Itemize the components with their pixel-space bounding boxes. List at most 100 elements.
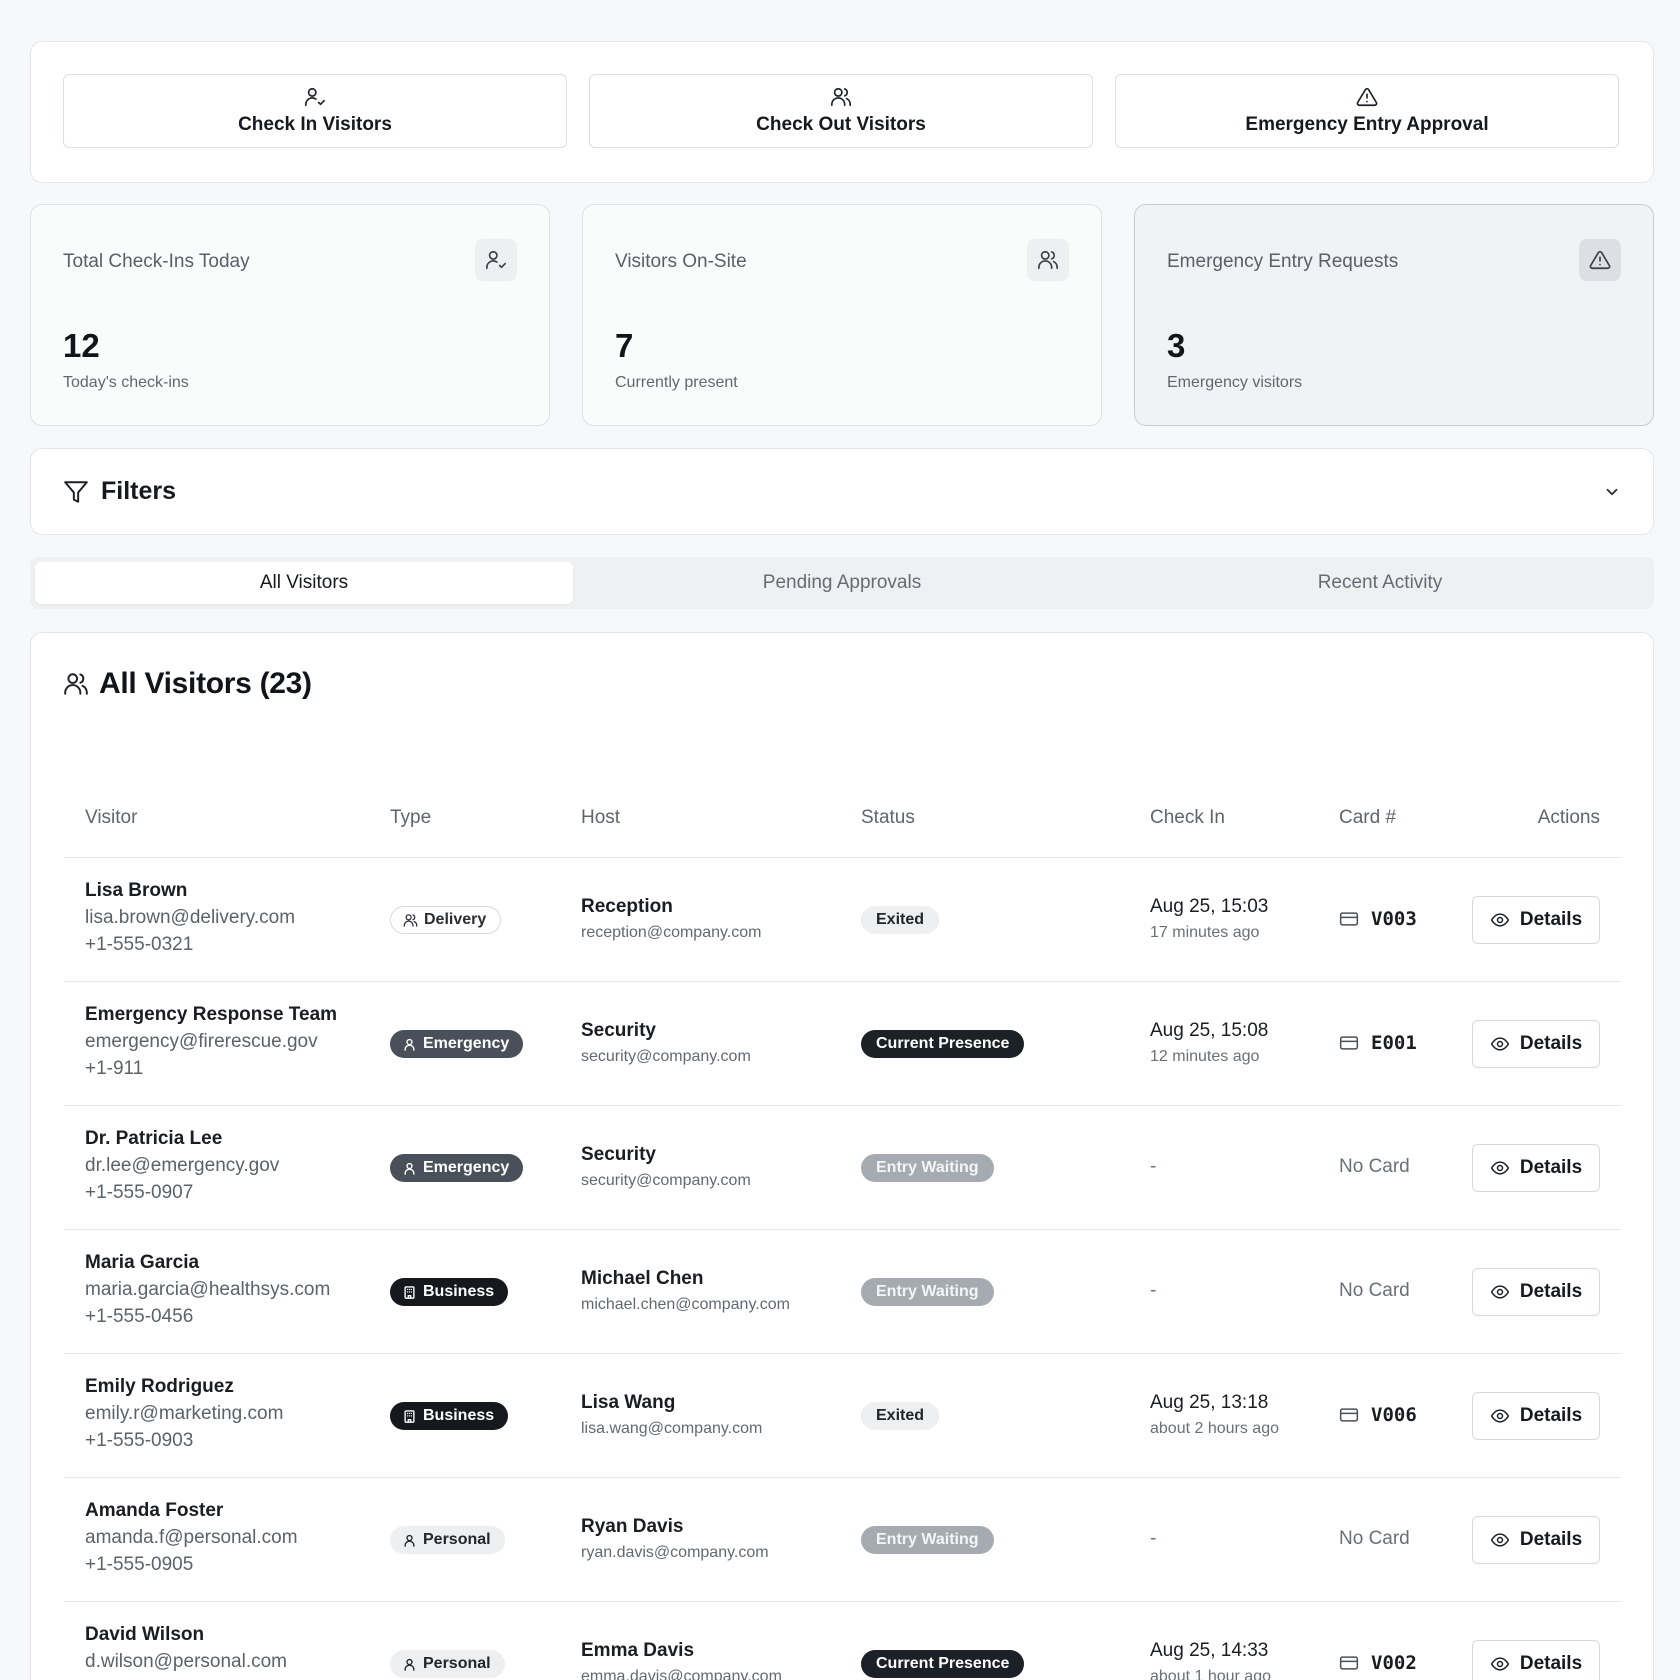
visitors-panel: All Visitors (23) Visitor Type Host Stat…	[30, 632, 1654, 1680]
visitor-email: d.wilson@personal.com	[85, 1651, 287, 1672]
eye-icon	[1490, 1406, 1510, 1426]
visitor-tabs: All Visitors Pending Approvals Recent Ac…	[30, 557, 1654, 609]
chevron-down-icon[interactable]	[1603, 483, 1621, 501]
filters-label: Filters	[101, 477, 177, 505]
check-in-time: Aug 25, 15:08	[1150, 1020, 1269, 1041]
status-badge: Entry Waiting	[861, 1154, 994, 1182]
quick-actions-panel: Check In Visitors Check Out Visitors Eme…	[30, 41, 1654, 183]
card-number: E001	[1339, 1032, 1417, 1054]
table-row: David Wilson d.wilson@personal.com +1-55…	[64, 1602, 1621, 1680]
users-icon	[830, 86, 852, 108]
table-row: Emily Rodriguez emily.r@marketing.com +1…	[64, 1354, 1621, 1478]
column-header-visitor: Visitor	[85, 807, 138, 828]
no-card-label: No Card	[1339, 1528, 1410, 1549]
stat-subtitle: Currently present	[615, 374, 738, 391]
filter-icon	[63, 479, 89, 505]
credit-card-icon	[1339, 1033, 1359, 1053]
details-button[interactable]: Details	[1472, 1020, 1600, 1068]
details-button[interactable]: Details	[1472, 896, 1600, 944]
visitor-name: Emily Rodriguez	[85, 1376, 234, 1397]
stat-card-emergency-entry-requests[interactable]: Emergency Entry Requests 3 Emergency vis…	[1134, 204, 1654, 426]
stat-card-visitors-on-site: Visitors On-Site 7 Currently present	[582, 204, 1102, 426]
details-button[interactable]: Details	[1472, 1268, 1600, 1316]
details-label: Details	[1519, 1281, 1583, 1302]
users-icon	[403, 913, 418, 928]
visitor-email: amanda.f@personal.com	[85, 1527, 298, 1548]
alert-triangle-icon	[1579, 239, 1621, 281]
host-name: Security	[581, 1020, 656, 1041]
visitor-phone: +1-555-0456	[85, 1306, 194, 1327]
status-badge: Current Presence	[861, 1030, 1025, 1058]
column-header-card: Card #	[1339, 807, 1397, 828]
alert-triangle-icon	[1356, 86, 1378, 108]
visitor-phone: +1-555-0321	[85, 934, 194, 955]
no-card-label: No Card	[1339, 1156, 1410, 1177]
details-button[interactable]: Details	[1472, 1516, 1600, 1564]
building-icon	[402, 1409, 417, 1424]
host-email: security@company.com	[581, 1048, 751, 1065]
check-in-time: Aug 25, 13:18	[1150, 1392, 1269, 1413]
visitor-email: emergency@firerescue.gov	[85, 1031, 318, 1052]
column-header-actions: Actions	[1537, 807, 1600, 828]
filters-toggle[interactable]: Filters	[30, 448, 1654, 535]
credit-card-icon	[1339, 909, 1359, 929]
card-number-text: V002	[1371, 1652, 1417, 1674]
user-check-icon	[475, 239, 517, 281]
details-label: Details	[1519, 909, 1583, 930]
host-email: emma.davis@company.com	[581, 1668, 782, 1680]
visitor-name: Lisa Brown	[85, 880, 188, 901]
check-out-visitors-button[interactable]: Check Out Visitors	[589, 74, 1093, 148]
card-number: V003	[1339, 908, 1417, 930]
status-badge: Entry Waiting	[861, 1526, 994, 1554]
check-in-empty: -	[1150, 1528, 1157, 1549]
host-email: reception@company.com	[581, 924, 762, 941]
stat-card-total-check-ins: Total Check-Ins Today 12 Today's check-i…	[30, 204, 550, 426]
check-out-visitors-label: Check Out Visitors	[756, 114, 926, 135]
user-icon	[402, 1657, 417, 1672]
details-label: Details	[1519, 1529, 1583, 1550]
tab-pending-approvals[interactable]: Pending Approvals	[573, 562, 1111, 604]
host-name: Reception	[581, 896, 673, 917]
users-icon	[1027, 239, 1069, 281]
table-row: Lisa Brown lisa.brown@delivery.com +1-55…	[64, 858, 1621, 982]
column-header-check-in: Check In	[1150, 807, 1225, 828]
type-badge: Emergency	[390, 1154, 524, 1182]
visitor-phone: +1-555-0905	[85, 1554, 194, 1575]
user-icon	[402, 1533, 417, 1548]
tab-all-visitors[interactable]: All Visitors	[35, 562, 573, 604]
credit-card-icon	[1339, 1653, 1359, 1673]
user-icon	[402, 1037, 417, 1052]
check-in-relative: 17 minutes ago	[1150, 924, 1260, 941]
table-row: Maria Garcia maria.garcia@healthsys.com …	[64, 1230, 1621, 1354]
check-in-empty: -	[1150, 1280, 1157, 1301]
emergency-entry-approval-button[interactable]: Emergency Entry Approval	[1115, 74, 1619, 148]
details-button[interactable]: Details	[1472, 1640, 1600, 1680]
check-in-relative: 12 minutes ago	[1150, 1048, 1260, 1065]
no-card-label: No Card	[1339, 1280, 1410, 1301]
visitor-email: dr.lee@emergency.gov	[85, 1155, 280, 1176]
type-label: Emergency	[423, 1035, 510, 1052]
details-button[interactable]: Details	[1472, 1144, 1600, 1192]
credit-card-icon	[1339, 1405, 1359, 1425]
host-name: Security	[581, 1144, 656, 1165]
tab-recent-activity[interactable]: Recent Activity	[1111, 562, 1649, 604]
type-label: Personal	[423, 1655, 491, 1672]
stat-title: Emergency Entry Requests	[1167, 251, 1399, 272]
column-header-type: Type	[390, 807, 432, 828]
stat-value: 3	[1167, 327, 1186, 364]
column-header-host: Host	[581, 807, 621, 828]
card-number: V002	[1339, 1652, 1417, 1674]
check-in-empty: -	[1150, 1156, 1157, 1177]
type-label: Emergency	[423, 1159, 510, 1176]
host-name: Emma Davis	[581, 1640, 695, 1661]
check-in-time: Aug 25, 14:33	[1150, 1640, 1269, 1661]
host-email: michael.chen@company.com	[581, 1296, 790, 1313]
visitor-name: Maria Garcia	[85, 1252, 200, 1273]
type-badge: Business	[390, 1278, 509, 1306]
table-row: Emergency Response Team emergency@firere…	[64, 982, 1621, 1106]
host-name: Lisa Wang	[581, 1392, 676, 1413]
details-button[interactable]: Details	[1472, 1392, 1600, 1440]
details-label: Details	[1519, 1653, 1583, 1674]
check-in-visitors-button[interactable]: Check In Visitors	[63, 74, 567, 148]
stat-value: 12	[63, 327, 100, 364]
